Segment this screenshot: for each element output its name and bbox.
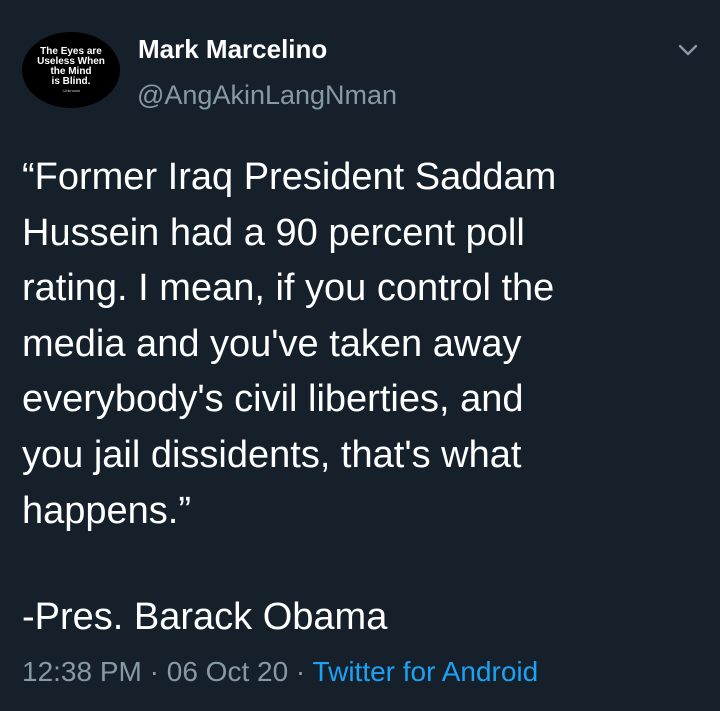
chevron-down-icon[interactable] [677, 42, 699, 58]
tweet-time[interactable]: 12:38 PM [22, 656, 142, 687]
author-handle[interactable]: @AngAkinLangNman [137, 80, 397, 111]
tweet-text: “Former Iraq President Saddam Hussein ha… [22, 150, 702, 539]
tweet-date[interactable]: 06 Oct 20 [167, 656, 288, 687]
tweet-attribution: -Pres. Barack Obama [22, 596, 388, 638]
avatar[interactable]: The Eyes are Useless When the Mind is Bl… [22, 32, 120, 108]
tweet-text-line: media and you've taken away [22, 322, 522, 365]
meta-separator: · [141, 656, 167, 687]
tweet-text-line: “Former Iraq President Saddam [22, 156, 557, 198]
tweet-text-line: Hussein had a 90 percent poll [22, 211, 525, 254]
meta-separator: · [288, 656, 313, 687]
tweet-text-line: rating. I mean, if you control the [22, 267, 555, 310]
tweet-text-line: everybody's civil liberties, and [22, 378, 524, 421]
author-display-name[interactable]: Mark Marcelino [138, 34, 327, 65]
tweet-source-link[interactable]: Twitter for Android [313, 656, 539, 687]
avatar-credit: -Unknown [61, 88, 80, 93]
avatar-text-line: is Blind. [51, 76, 91, 87]
tweet-text-line: happens.” [22, 489, 192, 532]
tweet-text-line: you jail dissidents, that's what [22, 433, 522, 476]
tweet: The Eyes are Useless When the Mind is Bl… [0, 0, 720, 711]
tweet-meta: 12:38 PM · 06 Oct 20 · Twitter for Andro… [22, 656, 538, 688]
